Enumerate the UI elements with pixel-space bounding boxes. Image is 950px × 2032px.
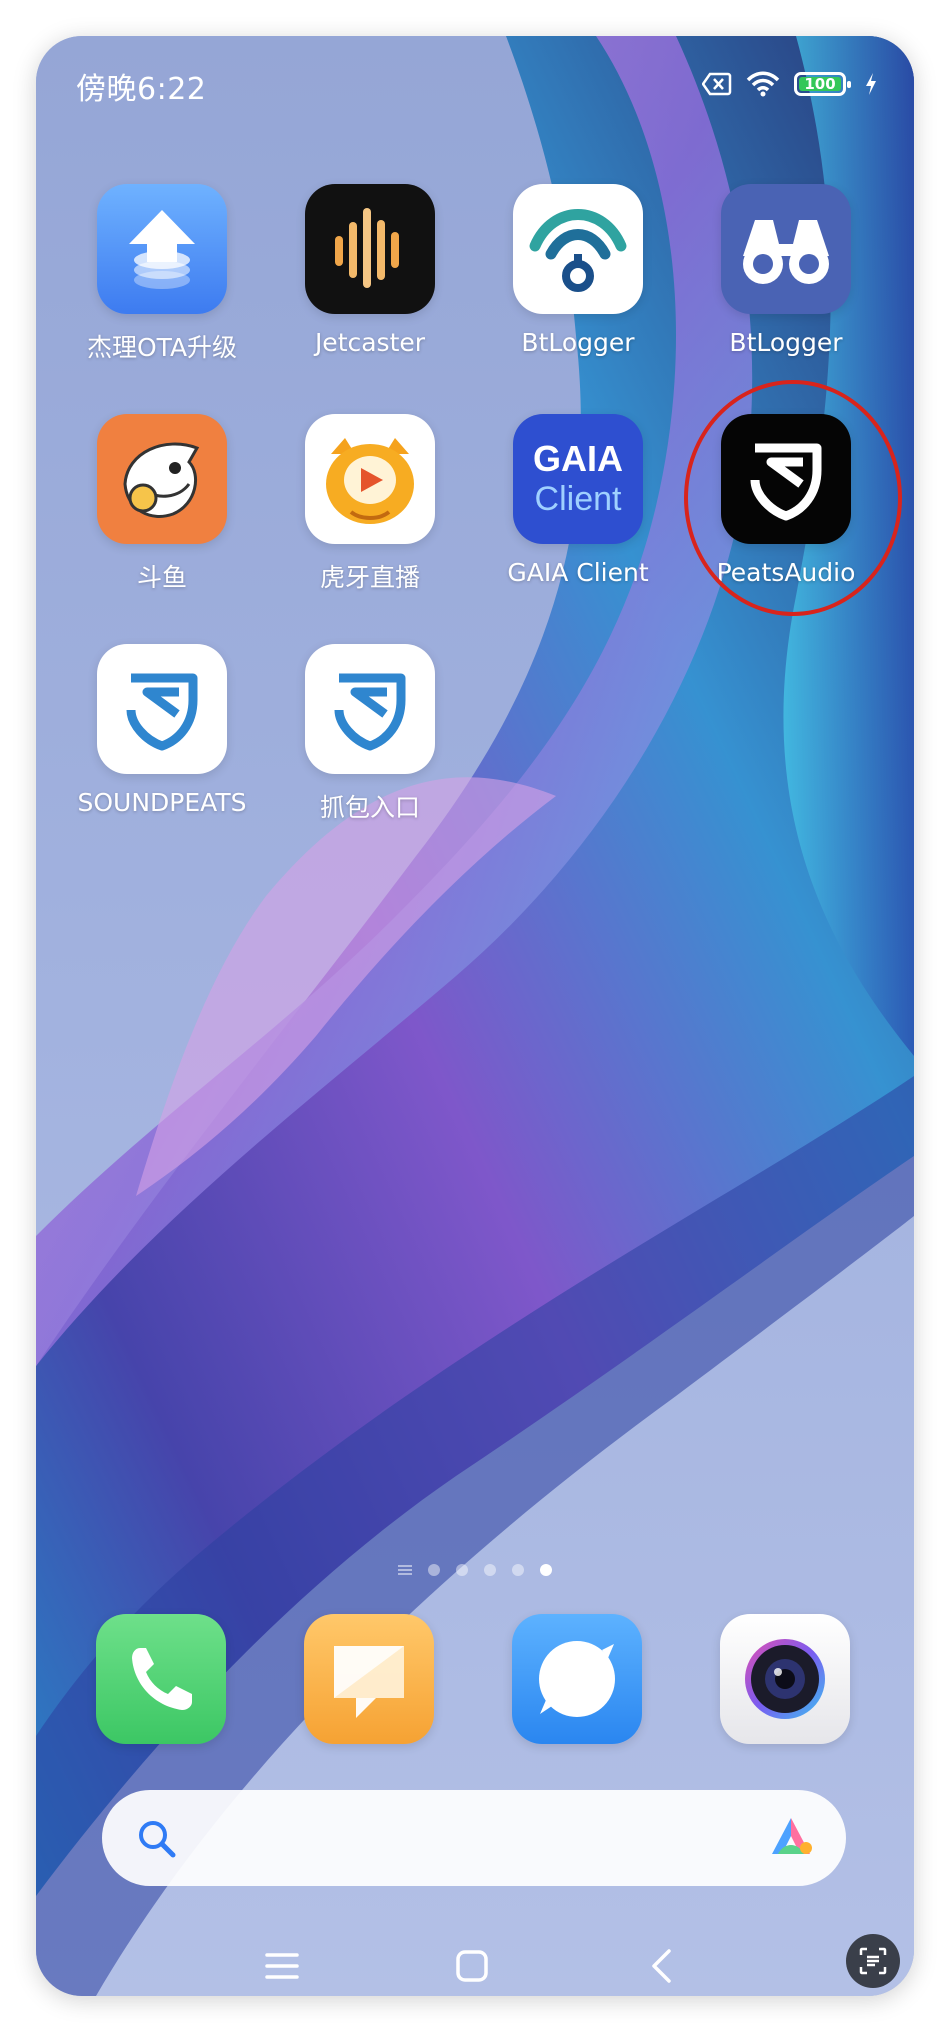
app-btlogger-2[interactable]: BtLogger <box>686 184 886 357</box>
page-dot[interactable] <box>512 1564 524 1576</box>
status-time: 傍晚6:22 <box>76 72 207 107</box>
charging-bolt-icon <box>866 73 876 95</box>
tiger-mascot-icon <box>305 414 435 544</box>
status-bar: 傍晚6:22 100 <box>36 36 914 136</box>
app-capture-entry[interactable]: 抓包入口 <box>270 644 470 824</box>
app-jetcaster[interactable]: Jetcaster <box>270 184 470 357</box>
browser-icon[interactable] <box>512 1614 642 1744</box>
sim-off-icon <box>702 72 732 96</box>
notes-icon[interactable] <box>304 1614 434 1744</box>
app-douyu[interactable]: 斗鱼 <box>62 414 262 594</box>
menu-icon[interactable] <box>252 1936 312 1996</box>
app-label: 斗鱼 <box>136 563 187 592</box>
app-label: BtLogger <box>729 328 843 357</box>
app-label: GAIA Client <box>507 558 649 587</box>
camera-icon[interactable] <box>720 1614 850 1744</box>
search-icon <box>139 1821 176 1858</box>
binoculars-icon <box>721 184 851 314</box>
home-icon[interactable] <box>442 1936 502 1996</box>
signal-waves-icon <box>513 184 643 314</box>
back-icon[interactable] <box>632 1936 692 1996</box>
app-list-indicator-icon[interactable] <box>398 1565 412 1575</box>
app-soundpeats[interactable]: SOUNDPEATS <box>62 644 262 817</box>
phone-icon[interactable] <box>96 1614 226 1744</box>
phone-screen: 傍晚6:22 100 杰理OTA升级 Jetcaster BtLogger Bt… <box>36 36 914 1996</box>
navigation-bar <box>36 1936 914 1996</box>
app-gaia-client[interactable]: GAIA Client GAIA Client <box>478 414 678 587</box>
page-indicator[interactable] <box>36 1564 914 1576</box>
app-btlogger-1[interactable]: BtLogger <box>478 184 678 357</box>
scan-icon[interactable] <box>846 1934 900 1988</box>
app-huya[interactable]: 虎牙直播 <box>270 414 470 594</box>
app-label: 杰理OTA升级 <box>86 333 238 362</box>
search-bar[interactable] <box>102 1790 846 1886</box>
s-shield-icon <box>97 644 227 774</box>
page-dot-active[interactable] <box>540 1564 552 1576</box>
shark-mascot-icon <box>97 414 227 544</box>
wifi-icon <box>746 71 780 97</box>
app-label: 抓包入口 <box>319 793 420 822</box>
audio-bars-icon <box>305 184 435 314</box>
battery-level: 100 <box>804 75 836 93</box>
app-label: BtLogger <box>521 328 635 357</box>
upload-arrow-icon <box>97 184 227 314</box>
app-label: SOUNDPEATS <box>77 788 247 817</box>
battery-icon: 100 <box>794 72 851 96</box>
annotation-circle <box>684 380 902 616</box>
assistant-logo-icon[interactable] <box>766 1814 816 1862</box>
app-jieli-ota[interactable]: 杰理OTA升级 <box>62 184 262 364</box>
client-logo-text: Client <box>534 480 622 518</box>
page-dot[interactable] <box>428 1564 440 1576</box>
gaia-logo-text: GAIA <box>533 438 623 479</box>
page-dot[interactable] <box>456 1564 468 1576</box>
gaia-logo-icon: GAIA Client <box>513 414 643 544</box>
s-shield-icon <box>305 644 435 774</box>
page-dot[interactable] <box>484 1564 496 1576</box>
app-label: Jetcaster <box>314 328 426 357</box>
app-label: 虎牙直播 <box>319 563 420 592</box>
